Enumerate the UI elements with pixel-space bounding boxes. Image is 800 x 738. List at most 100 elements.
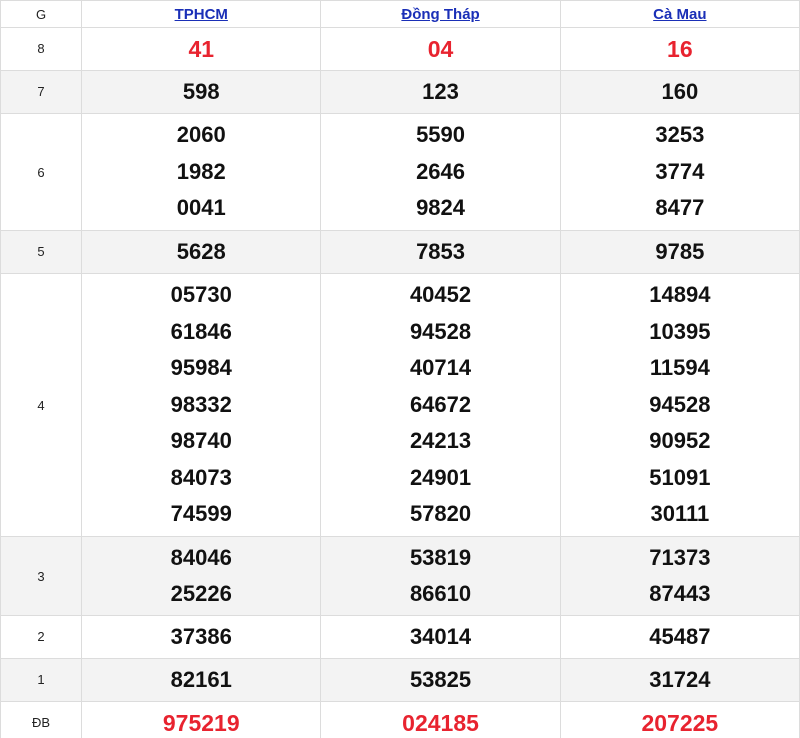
prize-number: 123 [422,78,459,104]
prize-number: 1982 [176,158,226,184]
prize-number: 0041 [176,195,226,221]
prize-cell-ca-mau: 207225 [559,701,800,738]
prize-number: 82161 [170,666,232,692]
prize-number: 84073 [170,464,232,490]
prize-cell-ca-mau: 31724 [559,658,800,702]
prize-number: 25226 [170,581,232,606]
prize-cell-ca-mau: 45487 [559,615,800,659]
prize-row-5: 5 5628 7853 9785 [0,230,800,274]
province-header-ca-mau: Cà Mau [559,0,800,28]
province-header-dong-thap: Đồng Tháp [320,0,561,28]
prize-cell-ca-mau: 71373 87443 [559,536,800,616]
prize-number: 160 [661,78,699,104]
prize-number: 45487 [649,623,711,649]
prize-number: 87443 [649,581,711,606]
prize-number: 37386 [170,623,232,649]
prize-number: 41 [188,35,215,62]
prize-cell-ca-mau: 3253 3774 8477 [559,113,800,231]
prize-cell-dong-thap: 024185 [320,701,561,738]
prize-cell-dong-thap: 53825 [320,658,561,702]
special-prize-number: 975219 [162,709,240,736]
prize-number: 40452 [409,282,472,308]
province-header-tphcm: TPHCM [81,0,322,28]
prize-number: 31724 [649,666,711,692]
prize-number: 94528 [409,318,472,344]
prize-cell-dong-thap: 7853 [320,230,561,274]
prize-label: 6 [0,113,83,231]
prize-number: 11594 [649,355,710,381]
prize-row-6: 6 2060 1982 0041 5590 2646 9824 3253 377… [0,113,800,231]
prize-number: 7853 [416,238,466,264]
prize-number: 3774 [655,158,705,184]
prize-row-2: 2 37386 34014 45487 [0,615,800,659]
prize-cell-tphcm: 5628 [81,230,322,274]
prize-number: 51091 [649,464,711,490]
prize-number: 74599 [170,501,232,527]
prize-number: 10395 [649,318,711,344]
prize-cell-dong-thap: 5590 2646 9824 [320,113,561,231]
prize-cell-tphcm: 82161 [81,658,322,702]
prize-number: 53819 [409,544,472,570]
prize-cell-tphcm: 37386 [81,615,322,659]
prize-row-3: 3 84046 25226 53819 86610 71373 87443 [0,536,800,616]
prize-number: 90952 [649,428,711,454]
prize-label: 1 [0,658,83,702]
prize-row-4: 4 05730 61846 95984 98332 98740 84073 74… [0,273,800,537]
prize-cell-tphcm: 975219 [81,701,322,738]
prize-row-1: 1 82161 53825 31724 [0,658,800,702]
prize-number: 04 [427,35,454,62]
prize-cell-dong-thap: 53819 86610 [320,536,561,616]
prize-number: 2060 [176,122,226,148]
prize-cell-dong-thap: 40452 94528 40714 64672 24213 24901 5782… [320,273,561,537]
prize-column-header: G [0,0,83,28]
prize-number: 98740 [170,428,232,454]
prize-number: 8477 [655,195,705,221]
prize-number: 40714 [409,355,472,381]
prize-number: 53825 [409,666,472,692]
prize-cell-tphcm: 84046 25226 [81,536,322,616]
prize-cell-tphcm: 598 [81,70,322,114]
province-link-tphcm[interactable]: TPHCM [175,6,228,23]
prize-label: ĐB [0,701,83,738]
prize-number: 64672 [409,391,472,417]
prize-number: 98332 [170,391,232,417]
prize-number: 5590 [416,122,466,148]
prize-label: 5 [0,230,83,274]
prize-number: 84046 [170,544,232,570]
prize-number: 9824 [416,195,466,221]
province-link-dong-thap[interactable]: Đồng Tháp [401,6,479,23]
prize-number: 71373 [649,544,711,570]
prize-cell-dong-thap: 34014 [320,615,561,659]
prize-row-special: ĐB 975219 024185 207225 [0,701,800,738]
prize-cell-dong-thap: 04 [320,27,561,71]
prize-number: 16 [667,35,693,62]
prize-number: 86610 [409,581,472,606]
special-prize-number: 207225 [641,709,719,736]
prize-label: 7 [0,70,83,114]
prize-number: 61846 [170,318,232,344]
prize-cell-ca-mau: 16 [559,27,800,71]
prize-cell-dong-thap: 123 [320,70,561,114]
header-row: G TPHCM Đồng Tháp Cà Mau [0,0,800,28]
special-prize-number: 024185 [402,709,479,736]
prize-number: 9785 [655,238,705,264]
prize-row-8: 8 41 04 16 [0,27,800,71]
prize-number: 94528 [649,391,711,417]
prize-cell-tphcm: 2060 1982 0041 [81,113,322,231]
prize-label: 8 [0,27,83,71]
prize-label: 3 [0,536,83,616]
prize-number: 5628 [176,238,226,264]
prize-number: 24213 [409,428,472,454]
prize-cell-tphcm: 05730 61846 95984 98332 98740 84073 7459… [81,273,322,537]
prize-number: 2646 [416,158,466,184]
prize-cell-tphcm: 41 [81,27,322,71]
prize-number: 24901 [409,464,472,490]
prize-label: 4 [0,273,83,537]
prize-number: 14894 [649,282,711,308]
province-link-ca-mau[interactable]: Cà Mau [653,6,706,23]
prize-number: 95984 [170,355,232,381]
lottery-results-table: G TPHCM Đồng Tháp Cà Mau 8 41 04 16 7 59… [0,0,800,738]
prize-cell-ca-mau: 160 [559,70,800,114]
prize-label: 2 [0,615,83,659]
prize-row-7: 7 598 123 160 [0,70,800,114]
